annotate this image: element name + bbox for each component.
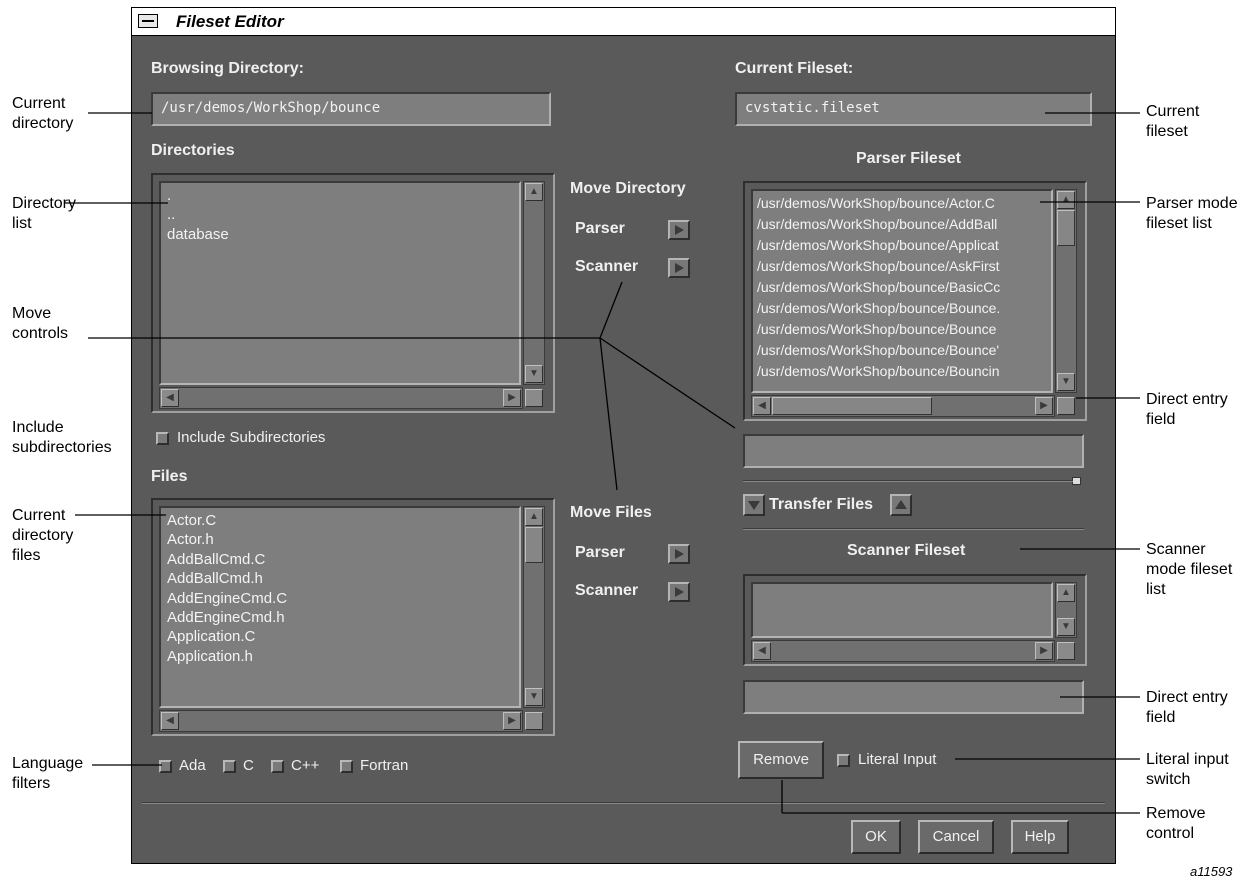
callout-leader-lines xyxy=(64,112,1140,814)
leader-line xyxy=(599,281,623,339)
leader-line xyxy=(599,337,618,491)
leader-line xyxy=(599,337,736,429)
